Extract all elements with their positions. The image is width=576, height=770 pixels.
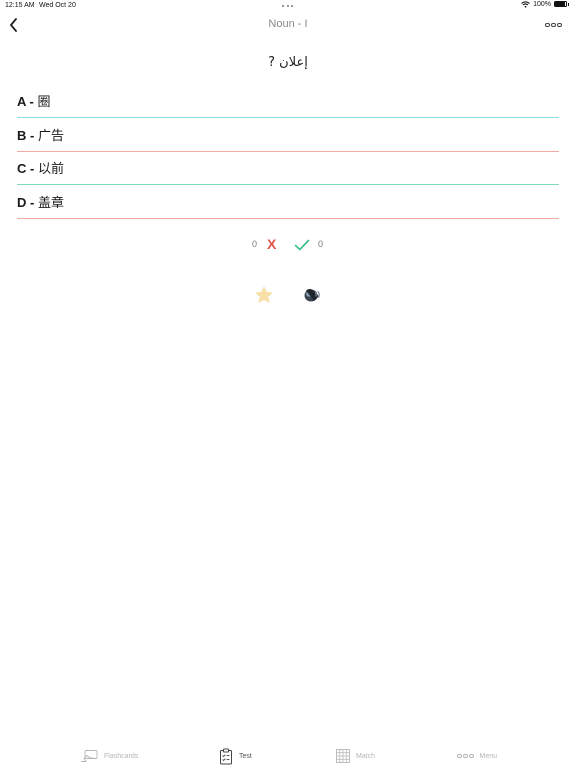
tab-match[interactable]: Match (336, 742, 375, 770)
answer-label: 广告 (37, 128, 64, 144)
answer-list: A - 圈 B - 广告 C - 以前 D - 盖章 (17, 84, 559, 220)
star-icon[interactable] (253, 284, 275, 306)
answer-option-a[interactable]: A - 圈 (17, 84, 559, 118)
answer-letter: D (17, 195, 27, 211)
more-button[interactable] (545, 21, 563, 29)
wrong-x-icon: X (267, 236, 277, 252)
status-date: Wed Oct 20 (39, 2, 76, 9)
tab-menu[interactable]: Menu (457, 742, 497, 770)
status-right: 100% (521, 1, 570, 8)
page-title: Noun - I (268, 18, 308, 30)
grid-icon (336, 749, 350, 763)
speaker-icon[interactable] (302, 285, 322, 305)
status-bar: 12:15 AM Wed Oct 20 100% (0, 0, 576, 12)
more-dots-icon (457, 753, 474, 759)
battery-icon (554, 1, 570, 8)
wifi-icon (521, 1, 530, 8)
tab-flashcards[interactable]: Flashcards (80, 742, 138, 770)
answer-option-d[interactable]: D - 盖章 (17, 185, 559, 220)
tab-test[interactable]: Test (219, 742, 252, 770)
more-dots-icon (545, 22, 550, 28)
tab-flashcards-label: Flashcards (104, 752, 139, 760)
answer-label: 以前 (37, 162, 64, 178)
check-icon (294, 237, 310, 251)
right-count: 0 (318, 239, 324, 249)
tab-match-label: Match (356, 752, 376, 760)
tab-test-label: Test (239, 752, 252, 760)
question-text: إعلان ? (268, 55, 308, 70)
wrong-count: 0 (252, 239, 258, 249)
tab-menu-label: Menu (479, 752, 498, 760)
flashcards-icon (81, 750, 98, 762)
answer-label: 盖章 (37, 196, 64, 212)
status-time: 12:15 AM (5, 2, 35, 9)
answer-label: 圈 (37, 94, 51, 110)
clipboard-icon (220, 748, 232, 764)
answer-option-b[interactable]: B - 广告 (17, 118, 559, 152)
battery-percent: 100% (533, 1, 551, 8)
answer-option-c[interactable]: C - 以前 (17, 152, 559, 186)
answer-letter: C (17, 161, 27, 177)
answer-letter: B (17, 127, 27, 143)
multitasking-dots-icon[interactable] (282, 5, 294, 8)
answer-letter: A (17, 93, 26, 109)
